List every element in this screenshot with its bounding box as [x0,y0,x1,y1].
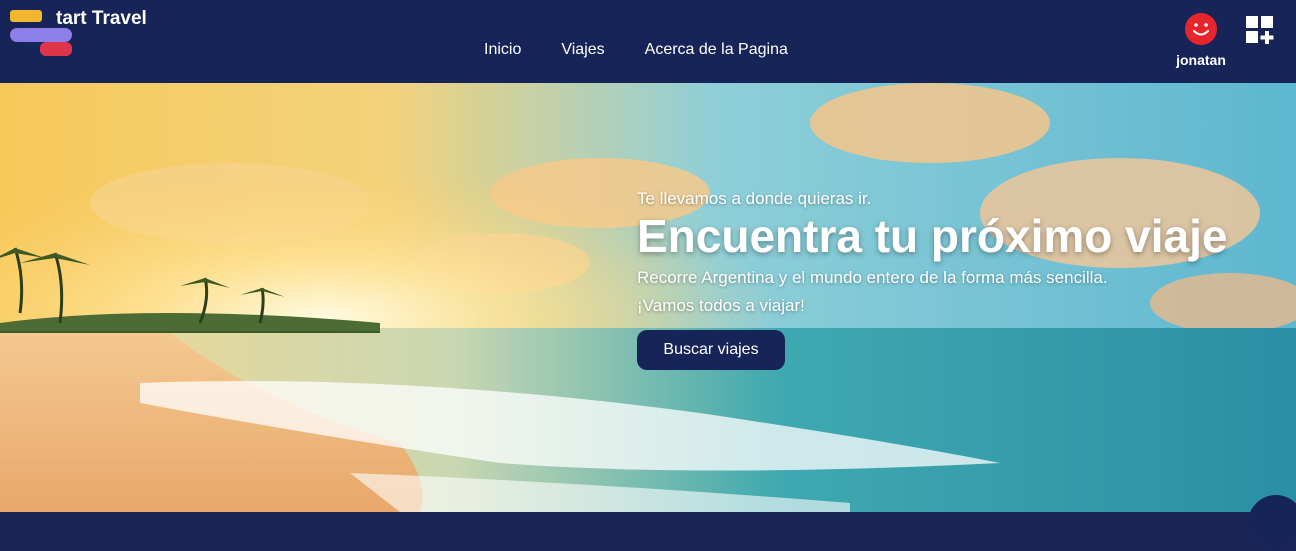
nav-viajes[interactable]: Viajes [561,41,604,63]
user-name: jonatan [1176,52,1226,68]
grid-plus-icon[interactable] [1245,15,1275,45]
hero-headline: Encuentra tu próximo viaje [637,210,1228,262]
hero-content: Te llevamos a donde quieras ir. Encuentr… [637,188,1277,370]
logo-text: tart Travel [56,8,147,29]
nav-links: Inicio Viajes Acerca de la Pagina [484,41,788,63]
smiley-avatar-icon [1185,13,1217,45]
hero-section: Te llevamos a donde quieras ir. Encuentr… [0,83,1296,512]
hero-description-line2: ¡Vamos todos a viajar! [637,296,805,315]
hero-tagline: Te llevamos a donde quieras ir. [637,189,872,208]
user-menu[interactable]: jonatan [1170,12,1232,72]
floating-action-button[interactable] [1248,495,1296,551]
search-trips-button[interactable]: Buscar viajes [637,330,785,370]
logo[interactable]: tart Travel [8,4,158,60]
navbar: tart Travel Inicio Viajes Acerca de la P… [0,0,1296,83]
hero-description: Recorre Argentina y el mundo entero de l… [637,264,1277,320]
hero-description-line1: Recorre Argentina y el mundo entero de l… [637,268,1108,287]
nav-acerca[interactable]: Acerca de la Pagina [645,41,788,63]
nav-inicio[interactable]: Inicio [484,41,521,63]
